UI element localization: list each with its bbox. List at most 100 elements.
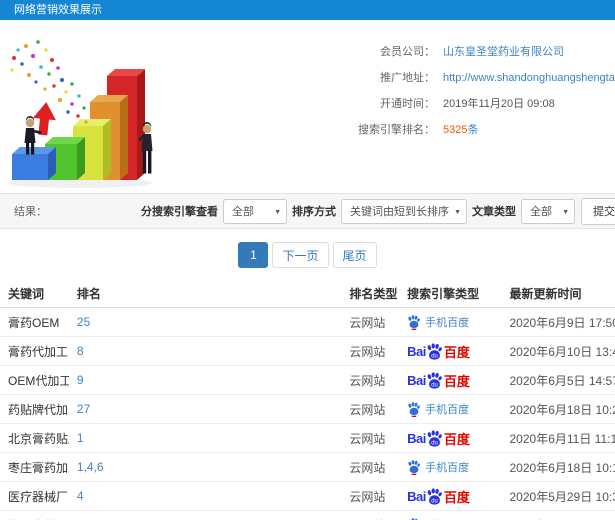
engine-type-cell: Bai du 百度 (399, 481, 502, 511)
chevron-down-icon: ▼ (454, 208, 461, 216)
engine-filter-value: 全部 (232, 206, 254, 218)
mobile-baidu-label: 手机百度 (425, 317, 470, 329)
engine-type-cell: Bai du 百度 (399, 336, 502, 366)
engine-filter-select[interactable]: 全部 ▼ (223, 198, 287, 224)
rank-link[interactable]: 1,4,6 (77, 460, 104, 474)
rank-cell: 4 (68, 481, 342, 511)
baidu-paw-icon: du (427, 429, 442, 447)
col-header-rank-type: 排名类型 (341, 280, 400, 308)
baidu-paw-icon (408, 314, 421, 330)
rank-type-cell: 云网站 (341, 452, 400, 482)
company-link[interactable]: 山东皇圣堂药业有限公司 (443, 44, 564, 61)
sort-filter-value: 关键词由短到长排序 (350, 206, 449, 218)
page-title: 网络营销效果展示 (0, 0, 615, 20)
baidu-logo: Bai du 百度 (407, 371, 470, 389)
table-row: 医疗器械厂家 4 云网站 Bai du 百度 2020年5月2 (0, 481, 615, 511)
info-row-url: 推广地址： http://www.shandonghuangshengtang.… (188, 70, 615, 87)
member-info-panel: 会员公司： 山东皇圣堂药业有限公司 推广地址： http://www.shand… (188, 34, 615, 193)
summary-section: 会员公司： 山东皇圣堂药业有限公司 推广地址： http://www.shand… (0, 20, 615, 193)
update-time-cell: 2020年6月18日 10:19 (501, 452, 615, 482)
baidu-paw-icon: du (427, 371, 442, 389)
table-header-row: 关键词 排名 排名类型 搜索引擎类型 最新更新时间 (0, 280, 615, 308)
submit-button[interactable]: 提交 (581, 197, 615, 225)
rank-link[interactable]: 25 (77, 315, 90, 329)
table-row: 枣庄膏药加工 1,4,6 云网站 手机百度 2020年6月18日 10:19 (0, 452, 615, 482)
keyword-cell: OEM代加工 (0, 365, 69, 395)
mobile-baidu-label: 手机百度 (425, 462, 470, 474)
url-label: 推广地址： (380, 72, 435, 84)
engine-type-cell: 手机百度 (399, 307, 502, 337)
rank-type-cell: 云网站 (341, 394, 400, 424)
keyword-cell: 菏泽膏药厂家 (0, 510, 69, 520)
col-header-update-time: 最新更新时间 (501, 280, 615, 308)
keyword-cell: 膏药OEM (0, 307, 69, 337)
rank-type-cell: 云网站 (341, 307, 400, 337)
update-time-cell: 2020年6月9日 17:50 (501, 307, 615, 337)
open-time-label: 开通时间： (380, 98, 435, 110)
update-time-cell: 2020年6月11日 11:18 (501, 423, 615, 453)
last-page-button[interactable]: 尾页 (332, 242, 377, 268)
info-row-open-time: 开通时间： 2019年11月20日 09:08 (188, 96, 615, 113)
engine-type-cell: 手机百度 (399, 452, 502, 482)
promotion-url-link[interactable]: http://www.shandonghuangshengtang.cn (443, 70, 615, 87)
table-row: 北京膏药贴牌 1 云网站 Bai du 百度 2020年6月1 (0, 423, 615, 453)
sort-filter-select[interactable]: 关键词由短到长排序 ▼ (341, 198, 467, 224)
info-row-rank-count: 搜索引擎排名： 5325条 (188, 122, 615, 139)
article-type-filter-label: 文章类型 (472, 206, 516, 218)
info-row-company: 会员公司： 山东皇圣堂药业有限公司 (188, 44, 615, 61)
col-header-engine-type: 搜索引擎类型 (399, 280, 502, 308)
table-row: 菏泽膏药厂家 17 云网站 手机百度 2020年6月11日 11:40 (0, 510, 615, 520)
keyword-ranking-table: 关键词 排名 排名类型 搜索引擎类型 最新更新时间 膏药OEM 25 云网站 手… (0, 280, 615, 520)
engine-filter-label: 分搜索引擎查看 (141, 206, 218, 218)
sort-filter-label: 排序方式 (292, 206, 336, 218)
keyword-cell: 医疗器械厂家 (0, 481, 69, 511)
table-row: OEM代加工 9 云网站 Bai du 百度 2020年6月5日 14:57 (0, 365, 615, 395)
rank-count-number: 5325 (443, 124, 468, 136)
baidu-paw-icon: du (427, 487, 442, 505)
baidu-logo: Bai du 百度 (407, 429, 470, 447)
rank-type-cell: 云网站 (341, 423, 400, 453)
rank-type-cell: 云网站 (341, 365, 400, 395)
mobile-baidu-label: 手机百度 (425, 404, 470, 416)
baidu-logo: Bai du 百度 (407, 487, 470, 505)
next-page-button[interactable]: 下一页 (272, 242, 329, 268)
engine-type-cell: 手机百度 (399, 510, 502, 520)
table-row: 膏药代加工 8 云网站 Bai du 百度 2020年6月10日 13:40 (0, 336, 615, 366)
col-header-rank: 排名 (68, 280, 342, 308)
open-time-value: 2019年11月20日 09:08 (443, 98, 555, 110)
baidu-logo: Bai du 百度 (407, 342, 470, 360)
rank-link[interactable]: 4 (77, 489, 84, 503)
svg-text:du: du (431, 498, 438, 504)
filter-group: 分搜索引擎查看 全部 ▼ 排序方式 关键词由短到长排序 ▼ 文章类型 全部 ▼ … (136, 197, 615, 225)
rank-link[interactable]: 27 (77, 402, 90, 416)
pagination: 1 下一页 尾页 (0, 229, 615, 280)
article-type-filter-select[interactable]: 全部 ▼ (521, 198, 575, 224)
rank-link[interactable]: 1 (77, 431, 84, 445)
rank-cell: 17 (68, 510, 342, 520)
update-time-cell: 2020年6月18日 10:25 (501, 394, 615, 424)
table-row: 药贴牌代加工 27 云网站 手机百度 2020年6月18日 10:25 (0, 394, 615, 424)
article-type-filter-value: 全部 (530, 206, 552, 218)
filter-bar: 结果： 分搜索引擎查看 全部 ▼ 排序方式 关键词由短到长排序 ▼ 文章类型 全… (0, 193, 615, 229)
keyword-cell: 膏药代加工 (0, 336, 69, 366)
baidu-paw-icon (408, 401, 421, 417)
rank-type-cell: 云网站 (341, 336, 400, 366)
rank-cell: 1,4,6 (68, 452, 342, 482)
rank-link[interactable]: 9 (77, 373, 84, 387)
update-time-cell: 2020年5月29日 10:32 (501, 481, 615, 511)
rank-link[interactable]: 8 (77, 344, 84, 358)
engine-type-cell: Bai du 百度 (399, 423, 502, 453)
engine-type-cell: 手机百度 (399, 394, 502, 424)
rank-type-cell: 云网站 (341, 481, 400, 511)
update-time-cell: 2020年6月5日 14:57 (501, 365, 615, 395)
company-label: 会员公司： (380, 46, 435, 58)
page-1-button[interactable]: 1 (238, 242, 269, 268)
rank-count-label: 搜索引擎排名： (358, 124, 435, 136)
rank-count-value: 5325条 (443, 122, 478, 139)
rank-cell: 27 (68, 394, 342, 424)
rank-count-unit: 条 (467, 124, 479, 136)
keyword-cell: 药贴牌代加工 (0, 394, 69, 424)
svg-text:du: du (431, 353, 438, 359)
rank-cell: 9 (68, 365, 342, 395)
rank-cell: 1 (68, 423, 342, 453)
